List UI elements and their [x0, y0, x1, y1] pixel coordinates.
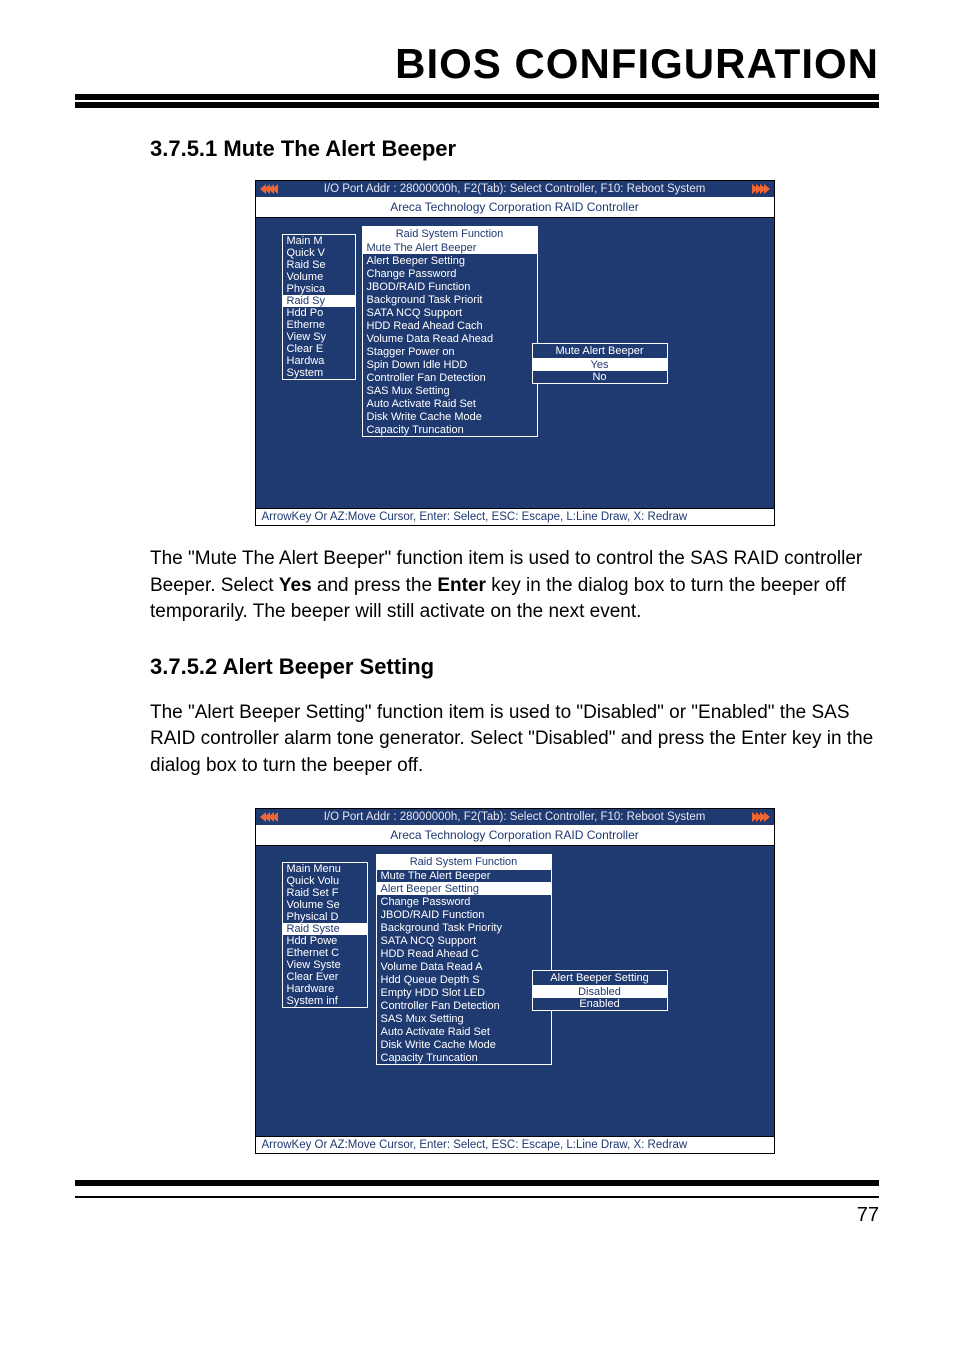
func-menu-item[interactable]: JBOD/RAID Function: [377, 908, 551, 921]
arrow-left-icon: [260, 812, 276, 822]
func-title: Raid System Function: [377, 855, 551, 869]
func-menu-item[interactable]: Disk Write Cache Mode: [377, 1038, 551, 1051]
main-menu-item[interactable]: Raid Syste: [283, 923, 367, 935]
section-1-body: The "Mute The Alert Beeper" function ite…: [150, 546, 879, 626]
func-menu-item[interactable]: SAS Mux Setting: [363, 384, 537, 397]
bios-top-text: I/O Port Addr : 28000000h, F2(Tab): Sele…: [276, 811, 754, 823]
func-menu-item[interactable]: Background Task Priority: [377, 921, 551, 934]
main-menu-item[interactable]: Raid Set F: [283, 887, 367, 899]
main-menu-item[interactable]: Hardware: [283, 983, 367, 995]
func-menu-item[interactable]: HDD Read Ahead C: [377, 947, 551, 960]
func-title: Raid System Function: [363, 227, 537, 241]
bios-help-bar: ArrowKey Or AZ:Move Cursor, Enter: Selec…: [256, 508, 774, 525]
main-menu-column: Main MQuick VRaid SeVolumePhysicaRaid Sy…: [282, 234, 356, 380]
func-menu-item[interactable]: Stagger Power on: [363, 345, 537, 358]
bios-top-bar: I/O Port Addr : 28000000h, F2(Tab): Sele…: [256, 181, 774, 197]
popup-title: Alert Beeper Setting: [533, 971, 667, 986]
main-menu-item[interactable]: Volume: [283, 271, 355, 283]
bios-subtitle: Areca Technology Corporation RAID Contro…: [256, 825, 774, 846]
func-menu-item[interactable]: SAS Mux Setting: [377, 1012, 551, 1025]
section-heading-2: 3.7.5.2 Alert Beeper Setting: [150, 654, 879, 680]
bios-body: Main MQuick VRaid SeVolumePhysicaRaid Sy…: [256, 218, 774, 508]
func-menu-item[interactable]: Controller Fan Detection: [377, 999, 551, 1012]
main-menu-column: Main MenuQuick VoluRaid Set FVolume SePh…: [282, 862, 368, 1008]
func-menu-item[interactable]: HDD Read Ahead Cach: [363, 319, 537, 332]
bios-help-bar: ArrowKey Or AZ:Move Cursor, Enter: Selec…: [256, 1136, 774, 1153]
alert-beeper-setting-popup: Alert Beeper SettingDisabledEnabled: [532, 970, 668, 1011]
func-menu-item[interactable]: Hdd Queue Depth S: [377, 973, 551, 986]
func-menu-item[interactable]: Controller Fan Detection: [363, 371, 537, 384]
arrow-left-icon: [260, 184, 276, 194]
main-menu-item[interactable]: Ethernet C: [283, 947, 367, 959]
main-menu-item[interactable]: System inf: [283, 995, 367, 1007]
func-menu-item[interactable]: Mute The Alert Beeper: [363, 241, 537, 254]
main-menu-item[interactable]: Quick V: [283, 247, 355, 259]
main-menu-item[interactable]: Hdd Powe: [283, 935, 367, 947]
func-menu-item[interactable]: Disk Write Cache Mode: [363, 410, 537, 423]
section-heading-1: 3.7.5.1 Mute The Alert Beeper: [150, 136, 879, 162]
main-menu-item[interactable]: System: [283, 367, 355, 379]
main-menu-item[interactable]: Physica: [283, 283, 355, 295]
func-menu-item[interactable]: Capacity Truncation: [363, 423, 537, 436]
main-menu-item[interactable]: Quick Volu: [283, 875, 367, 887]
section-2-body: The "Alert Beeper Setting" function item…: [150, 700, 879, 780]
func-menu-item[interactable]: JBOD/RAID Function: [363, 280, 537, 293]
main-menu-item[interactable]: Raid Se: [283, 259, 355, 271]
popup-option[interactable]: Enabled: [533, 998, 667, 1010]
arrow-right-icon: [754, 184, 770, 194]
func-menu-item[interactable]: Auto Activate Raid Set: [377, 1025, 551, 1038]
func-menu-item[interactable]: SATA NCQ Support: [377, 934, 551, 947]
main-menu-item[interactable]: View Sy: [283, 331, 355, 343]
bios-screenshot-2: I/O Port Addr : 28000000h, F2(Tab): Sele…: [255, 808, 775, 1154]
func-menu-item[interactable]: Auto Activate Raid Set: [363, 397, 537, 410]
popup-option[interactable]: Yes: [533, 359, 667, 371]
popup-title: Mute Alert Beeper: [533, 344, 667, 359]
func-menu-item[interactable]: Capacity Truncation: [377, 1051, 551, 1064]
func-menu-item[interactable]: Empty HDD Slot LED: [377, 986, 551, 999]
mute-alert-beeper-popup: Mute Alert BeeperYesNo: [532, 343, 668, 384]
bios-body: Main MenuQuick VoluRaid Set FVolume SePh…: [256, 846, 774, 1136]
main-menu-item[interactable]: Clear Ever: [283, 971, 367, 983]
page-number: 77: [75, 1196, 879, 1227]
bios-subtitle: Areca Technology Corporation RAID Contro…: [256, 197, 774, 218]
popup-option[interactable]: No: [533, 371, 667, 383]
raid-system-function-menu: Raid System Function Mute The Alert Beep…: [362, 226, 538, 437]
main-menu-item[interactable]: Main Menu: [283, 863, 367, 875]
main-menu-item[interactable]: Main M: [283, 235, 355, 247]
page-title: BIOS CONFIGURATION: [75, 40, 879, 100]
func-menu-item[interactable]: SATA NCQ Support: [363, 306, 537, 319]
arrow-right-icon: [754, 812, 770, 822]
func-menu-item[interactable]: Volume Data Read Ahead: [363, 332, 537, 345]
bios-screenshot-1: I/O Port Addr : 28000000h, F2(Tab): Sele…: [255, 180, 775, 526]
main-menu-item[interactable]: Volume Se: [283, 899, 367, 911]
func-menu-item[interactable]: Volume Data Read A: [377, 960, 551, 973]
raid-system-function-menu: Raid System Function Mute The Alert Beep…: [376, 854, 552, 1065]
func-menu-item[interactable]: Mute The Alert Beeper: [377, 869, 551, 882]
func-menu-item[interactable]: Alert Beeper Setting: [363, 254, 537, 267]
func-menu-item[interactable]: Change Password: [363, 267, 537, 280]
main-menu-item[interactable]: View Syste: [283, 959, 367, 971]
main-menu-item[interactable]: Hdd Po: [283, 307, 355, 319]
func-menu-item[interactable]: Change Password: [377, 895, 551, 908]
func-menu-item[interactable]: Background Task Priorit: [363, 293, 537, 306]
main-menu-item[interactable]: Etherne: [283, 319, 355, 331]
main-menu-item[interactable]: Raid Sy: [283, 295, 355, 307]
main-menu-item[interactable]: Hardwa: [283, 355, 355, 367]
main-menu-item[interactable]: Physical D: [283, 911, 367, 923]
popup-option[interactable]: Disabled: [533, 986, 667, 998]
func-menu-item[interactable]: Alert Beeper Setting: [377, 882, 551, 895]
main-menu-item[interactable]: Clear E: [283, 343, 355, 355]
page-footer: 77: [75, 1180, 879, 1227]
bios-top-text: I/O Port Addr : 28000000h, F2(Tab): Sele…: [276, 183, 754, 195]
bios-top-bar: I/O Port Addr : 28000000h, F2(Tab): Sele…: [256, 809, 774, 825]
func-menu-item[interactable]: Spin Down Idle HDD: [363, 358, 537, 371]
